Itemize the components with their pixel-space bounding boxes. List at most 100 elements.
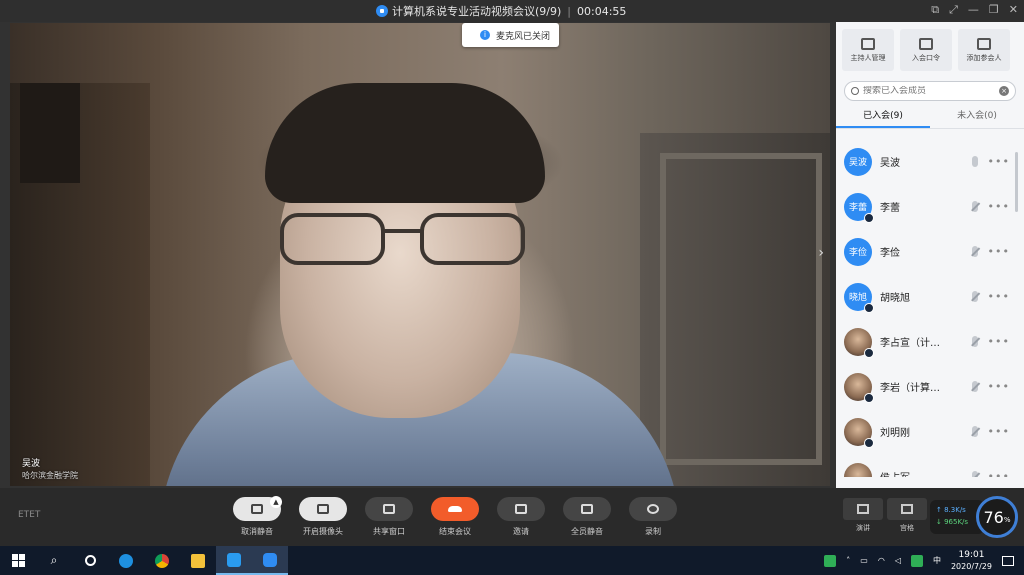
ie-browser-button[interactable]: [108, 546, 144, 575]
wps-icon[interactable]: [824, 554, 837, 567]
mic-muted-icon[interactable]: [972, 201, 978, 212]
minimize-icon[interactable]: —: [968, 3, 979, 17]
more-icon[interactable]: •••: [988, 290, 1010, 303]
record-button[interactable]: 录制: [622, 497, 684, 537]
volume-icon[interactable]: ◁: [895, 556, 901, 565]
avatar: [844, 462, 872, 477]
more-icon[interactable]: •••: [988, 200, 1010, 213]
participant-row[interactable]: 李蕾 李蕾 •••: [836, 184, 1024, 229]
participant-name: 李俭: [880, 248, 900, 259]
wps-tray-icon[interactable]: [910, 554, 923, 567]
mute-all-label: 全员静音: [571, 527, 603, 536]
mute-all-icon: [563, 497, 611, 521]
participant-scrollbar[interactable]: [1015, 152, 1018, 212]
more-icon[interactable]: •••: [988, 335, 1010, 348]
mic-muted-icon[interactable]: [972, 426, 978, 437]
share-screen-icon: [365, 497, 413, 521]
participant-row[interactable]: 李岩（计算… •••: [836, 364, 1024, 409]
clear-icon[interactable]: ×: [999, 86, 1009, 96]
avatar: 吴波: [844, 147, 872, 176]
title-bar: 计算机系说专业活动视频会议(9/9) | 00:04:55 ⧉ ⤢ — ❐ ✕: [0, 0, 1024, 22]
mic-muted-icon[interactable]: [972, 291, 978, 302]
more-icon[interactable]: •••: [988, 470, 1010, 477]
invite-button[interactable]: 邀请: [490, 497, 552, 537]
speaker-name: 吴波: [22, 459, 41, 469]
more-icon[interactable]: •••: [988, 425, 1010, 438]
mic-muted-icon[interactable]: [972, 471, 978, 477]
screenshot-icon[interactable]: ⧉: [931, 3, 939, 17]
clock[interactable]: 19:01 2020/7/29: [951, 550, 992, 572]
chrome-button[interactable]: [144, 546, 180, 575]
title-center: 计算机系说专业活动视频会议(9/9) | 00:04:55: [376, 3, 626, 19]
end-meeting-label: 结束会议: [439, 527, 471, 536]
mic-off-badge-icon: [864, 437, 874, 448]
tab-joined[interactable]: 已入会(9): [836, 105, 930, 128]
speaker-caption: 吴波 哈尔滨金融学院: [22, 458, 78, 482]
view-switcher: 演讲 宫格: [843, 498, 927, 533]
mic-muted-icon[interactable]: [972, 246, 978, 257]
battery-icon[interactable]: ▭: [860, 556, 868, 565]
host-manage-button[interactable]: 主持人管理: [842, 29, 894, 71]
mic-off-badge-icon: [864, 392, 874, 403]
member-search-input[interactable]: [863, 86, 983, 96]
main-video[interactable]: 吴波 哈尔滨金融学院 ›: [10, 23, 830, 486]
participant-row[interactable]: 侯占军 •••: [836, 454, 1024, 477]
avatar-text: 晓旭: [848, 293, 867, 303]
chevron-up-icon[interactable]: ▲: [270, 496, 282, 508]
tab-not-joined[interactable]: 未入会(0): [930, 105, 1024, 128]
end-meeting-button[interactable]: 结束会议: [424, 497, 486, 537]
grid-view-icon: [901, 504, 913, 514]
search-button[interactable]: ⌕: [36, 546, 72, 575]
participant-name: 李岩（计算…: [880, 383, 940, 394]
chevron-right-icon[interactable]: ›: [818, 245, 824, 261]
restore-icon[interactable]: ❐: [989, 3, 999, 17]
close-icon[interactable]: ✕: [1009, 3, 1018, 17]
brand-logo: ETET: [18, 510, 41, 520]
grid-view-label: 宫格: [900, 524, 914, 532]
meeting-app-button[interactable]: [252, 546, 288, 575]
mute-all-button[interactable]: 全员静音: [556, 497, 618, 537]
system-tray: ˄ ▭ ◠ ◁ 中 19:01 2020/7/29: [824, 546, 1024, 575]
ime-icon[interactable]: 中: [933, 555, 941, 566]
avatar: 晓旭: [844, 282, 874, 313]
mic-off-badge-icon: [864, 302, 874, 313]
more-icon[interactable]: •••: [988, 155, 1010, 168]
cpu-gauge[interactable]: 76%: [976, 496, 1018, 538]
participant-row[interactable]: 晓旭 胡晓旭 •••: [836, 274, 1024, 319]
title-separator: |: [567, 4, 572, 18]
mic-off-badge-icon: [864, 347, 874, 358]
add-participant-button[interactable]: 添加参会人: [958, 29, 1010, 71]
file-explorer-button[interactable]: [180, 546, 216, 575]
participant-row[interactable]: 李占宣（计… •••: [836, 319, 1024, 364]
more-icon[interactable]: •••: [988, 380, 1010, 393]
mic-off-badge-icon: [864, 212, 874, 223]
chevron-up-tray-icon[interactable]: ˄: [846, 556, 850, 565]
task-view-button[interactable]: [72, 546, 108, 575]
meeting-password-button[interactable]: 入会口令: [900, 29, 952, 71]
grid-view-button[interactable]: 宫格: [887, 498, 927, 533]
mic-muted-icon[interactable]: [972, 336, 978, 347]
upload-value: 8.3: [944, 506, 956, 514]
camera-button[interactable]: 开启摄像头: [292, 497, 354, 537]
download-unit: K/s: [957, 518, 969, 526]
participant-name: 侯占军: [880, 469, 950, 477]
participant-row[interactable]: 吴波 吴波 •••: [836, 139, 1024, 184]
member-search[interactable]: ×: [844, 81, 1016, 101]
video-bg-shelf: [640, 133, 830, 486]
share-window-label: 共享窗口: [373, 527, 405, 536]
speaker-view-button[interactable]: 演讲: [843, 498, 883, 533]
fullscreen-icon[interactable]: ⤢: [949, 3, 958, 17]
app-button[interactable]: [216, 546, 252, 575]
mic-muted-icon[interactable]: [972, 381, 978, 392]
windows-icon: [11, 554, 25, 567]
share-window-button[interactable]: 共享窗口: [358, 497, 420, 537]
wifi-icon[interactable]: ◠: [878, 556, 885, 565]
more-icon[interactable]: •••: [988, 245, 1010, 258]
mic-icon[interactable]: [972, 156, 978, 167]
notification-icon[interactable]: [1002, 555, 1014, 566]
start-button[interactable]: [0, 546, 36, 575]
participant-row[interactable]: 刘明刚 •••: [836, 409, 1024, 454]
video-bg-door: [10, 83, 150, 486]
invite-user-icon: [497, 497, 545, 521]
participant-row[interactable]: 李俭 李俭 •••: [836, 229, 1024, 274]
